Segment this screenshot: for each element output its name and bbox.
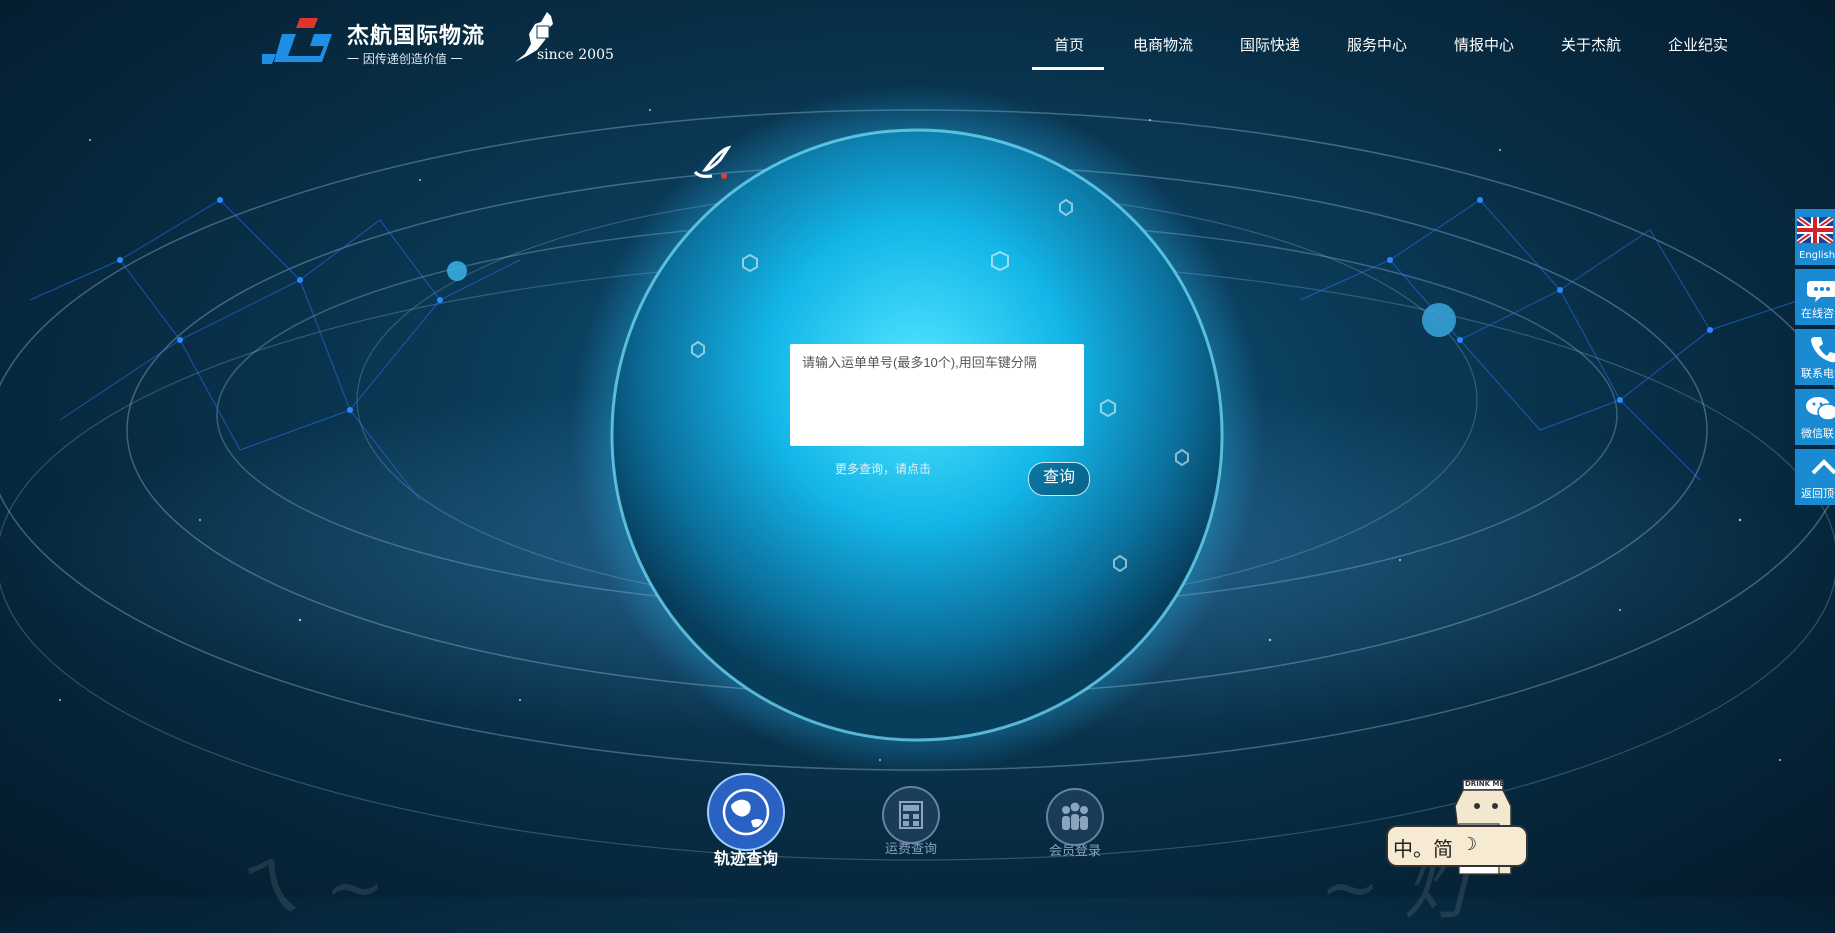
- members-icon: [1046, 788, 1104, 846]
- sidebar-label-wechat: 微信联系: [1801, 427, 1835, 440]
- nav-active-indicator: [1032, 67, 1104, 70]
- nav-item-international-express[interactable]: 国际快递: [1240, 34, 1300, 55]
- calculator-icon: [882, 786, 940, 844]
- tracking-number-input[interactable]: [790, 344, 1084, 446]
- sidebar-item-back-to-top[interactable]: 返回顶部: [1795, 449, 1835, 505]
- nav-item-intelligence-center[interactable]: 情报中心: [1454, 34, 1514, 55]
- sidebar-item-wechat[interactable]: 微信联系: [1795, 389, 1835, 445]
- sidebar-item-phone[interactable]: 联系电话: [1795, 329, 1835, 385]
- feature-member-login[interactable]: 会员登录: [1035, 788, 1115, 859]
- nav-item-company-records[interactable]: 企业纪实: [1668, 34, 1728, 55]
- main-nav: 首页 电商物流 国际快递 服务中心 情报中心 关于杰航 企业纪实: [0, 0, 1835, 72]
- more-query-link[interactable]: 更多查询，请点击: [835, 460, 931, 477]
- sidebar-label-online-chat: 在线咨询: [1801, 307, 1835, 320]
- mascot-box-label: DRINK ME: [1465, 780, 1505, 788]
- sidebar-label-phone: 联系电话: [1801, 367, 1835, 380]
- milk-carton-mascot-icon: [1386, 779, 1528, 875]
- chat-bubble-icon: [1807, 281, 1835, 302]
- nav-item-service-center[interactable]: 服务中心: [1347, 34, 1407, 55]
- mascot-language-widget[interactable]: DRINK ME 中。简 ☽: [1385, 774, 1530, 890]
- phone-icon: [1811, 337, 1835, 363]
- wechat-icon: [1806, 397, 1835, 421]
- uk-flag-icon: [1797, 217, 1833, 243]
- globe-icon: [707, 773, 785, 851]
- query-button[interactable]: 查询: [1028, 462, 1090, 496]
- moon-icon: ☽: [1461, 834, 1478, 855]
- calligraphy-decoration-left: ㄟ ~: [230, 845, 386, 929]
- arrow-up-icon: [1811, 459, 1835, 475]
- sidebar-item-online-chat[interactable]: 在线咨询: [1795, 269, 1835, 325]
- feature-track-query[interactable]: 轨迹查询: [698, 773, 794, 869]
- nav-item-about[interactable]: 关于杰航: [1561, 34, 1621, 55]
- sidebar-label-back-to-top: 返回顶部: [1801, 487, 1835, 500]
- site-header: 杰航国际物流 一 因传递创造价值 一 since 2005 首页 电商物流 国际…: [0, 0, 1835, 80]
- language-toggle-text[interactable]: 中。简: [1393, 833, 1453, 862]
- nav-item-ecommerce-logistics[interactable]: 电商物流: [1133, 34, 1193, 55]
- sidebar-label-english: English: [1799, 250, 1835, 261]
- hero-background: [0, 85, 1835, 861]
- sidebar-item-english[interactable]: English: [1795, 209, 1835, 265]
- nav-item-home[interactable]: 首页: [1054, 34, 1084, 55]
- feature-freight-query[interactable]: 运费查询: [871, 786, 951, 857]
